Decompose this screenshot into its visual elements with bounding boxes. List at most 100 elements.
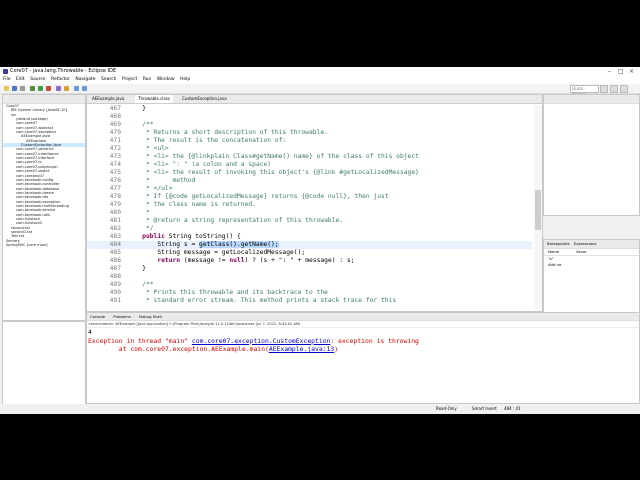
console-panel: Console Problems Debug Shell <terminated… — [86, 312, 640, 404]
line-number: 474 — [109, 161, 121, 168]
code-line: * <li> ": " (a colon and a space) — [127, 161, 272, 168]
status-mode: Read-Only — [436, 406, 457, 411]
code-line: * The result is the concatenation of: — [127, 137, 287, 144]
menu-bar: File Edit Source Refactor Navigate Searc… — [0, 76, 640, 84]
open-type-icon[interactable] — [56, 86, 61, 91]
code-line: } — [127, 105, 146, 112]
tree-item[interactable]: SpringMVC [core main] — [3, 243, 85, 247]
close-icon[interactable]: × — [629, 67, 634, 76]
line-number: 487 — [109, 265, 121, 272]
line-number: 486 — [109, 257, 121, 264]
status-insert: Smart Insert — [472, 406, 497, 411]
tab-console[interactable]: Console — [90, 314, 105, 319]
line-number: 468 — [109, 113, 121, 120]
menu-run[interactable]: Run — [143, 77, 152, 82]
menu-source[interactable]: Source — [30, 77, 45, 82]
line-number: 481 — [109, 217, 121, 224]
run-icon[interactable] — [38, 86, 43, 91]
source-location-link[interactable]: AEExample.java:13 — [269, 345, 334, 353]
perspective-icon[interactable] — [600, 85, 608, 93]
menu-search[interactable]: Search — [101, 77, 116, 82]
search-icon[interactable] — [64, 86, 69, 91]
line-number: 469 — [109, 121, 121, 128]
expressions-header: Name Value — [544, 249, 639, 256]
outline-tabs — [544, 95, 639, 104]
line-number: 467 — [109, 105, 121, 112]
package-explorer: Core07 JRE System Library [JavaSE-10] src(… — [2, 94, 86, 321]
code-line: * method — [127, 177, 196, 184]
menu-file[interactable]: File — [3, 77, 11, 82]
line-number: 476 — [109, 177, 121, 184]
back-icon[interactable] — [74, 86, 79, 91]
code-line: * Returns a short description of this th… — [127, 129, 328, 136]
code-line: return (message != null) ? (s + ": " + m… — [157, 257, 355, 264]
tab-problems[interactable]: Problems — [113, 314, 131, 319]
code-line: * the class name is returned. — [127, 201, 256, 208]
print-icon[interactable] — [20, 86, 25, 91]
line-number: 472 — [109, 145, 121, 152]
tab-debug-shell[interactable]: Debug Shell — [139, 314, 162, 319]
console-line: 4 — [88, 328, 92, 336]
tab-customexception[interactable]: CustomException.java — [179, 95, 230, 103]
debug-icon[interactable] — [30, 86, 35, 91]
code-line: /** — [127, 281, 154, 288]
menu-navigate[interactable]: Navigate — [75, 77, 95, 82]
menu-edit[interactable]: Edit — [16, 77, 25, 82]
code-line: * Prints this throwable and its backtrac… — [127, 289, 328, 296]
maximize-icon[interactable]: □ — [618, 67, 624, 76]
console-stack-line: at com.core07.exception.AEExample.main(A… — [88, 345, 639, 354]
line-number: 483 — [109, 233, 121, 240]
add-expression-row[interactable]: Add ne — [544, 262, 639, 268]
code-line: * — [127, 209, 150, 216]
tab-throwable[interactable]: Throwable.class — [135, 95, 174, 103]
quick-access-input[interactable]: Quick Access — [570, 85, 599, 97]
line-number: 491 — [109, 297, 121, 304]
code-line: * <li> the {@linkplain Class#getName() n… — [127, 153, 419, 160]
line-number: 475 — [109, 169, 121, 176]
tab-expressions[interactable]: Expressions — [574, 241, 597, 246]
tab-aeexample[interactable]: AEExample.java — [89, 95, 127, 103]
code-line: * @return a string representation of thi… — [127, 217, 344, 224]
exception-class-link[interactable]: com.core07.exception.CustomException — [192, 337, 331, 345]
expressions-panel: Breakpoints Expressions Name Value "s" A… — [543, 239, 640, 313]
console-terminated-label: <terminated> AEExample [Java Application… — [87, 321, 639, 328]
code-line: String message = getLocalizedMessage(); — [127, 249, 306, 256]
console-output: 4 Exception in thread "main" com.core07.e… — [87, 328, 639, 354]
stack-prefix: at com.core07.exception.AEExample.main( — [88, 345, 269, 354]
menu-help[interactable]: Help — [180, 77, 190, 82]
code-line: public String toString() { — [142, 233, 241, 240]
error-prefix: Exception in thread "main" — [88, 336, 192, 345]
debug-perspective-icon[interactable] — [620, 85, 628, 93]
tab-breakpoints[interactable]: Breakpoints — [547, 241, 570, 246]
expressions-tabs: Breakpoints Expressions — [544, 240, 639, 249]
menu-window[interactable]: Window — [157, 77, 175, 82]
main-toolbar: Quick Access — [0, 84, 640, 97]
code-line: */ — [127, 225, 154, 232]
editor-scroll-thumb[interactable] — [535, 190, 541, 230]
code-line: * standard error stream. This method pri… — [127, 297, 397, 304]
line-number: 470 — [109, 129, 121, 136]
menu-refactor[interactable]: Refactor — [51, 77, 70, 82]
editor-scrollbar[interactable] — [534, 105, 542, 309]
line-number: 473 — [109, 153, 121, 160]
minimize-icon[interactable]: – — [608, 67, 611, 76]
new-icon[interactable] — [4, 86, 9, 91]
code-line: * <li> the result of invoking this objec… — [127, 169, 419, 176]
error-message: : exception is throwing — [330, 336, 419, 345]
title-bar: Core07 - java.lang.Throwable - Eclipse I… — [0, 67, 640, 76]
console-tabs: Console Problems Debug Shell — [87, 313, 639, 321]
java-perspective-icon[interactable] — [610, 85, 618, 93]
outline-panel — [543, 94, 640, 216]
code-editor: AEExample.java Throwable.class CustomExc… — [86, 94, 543, 312]
line-number: 479 — [109, 201, 121, 208]
editor-tabs: AEExample.java Throwable.class CustomExc… — [87, 95, 542, 104]
code-area[interactable]: 467 } 468 469 /** 470 * Returns a short des… — [87, 105, 532, 309]
code-line: } — [127, 265, 146, 272]
menu-project[interactable]: Project — [122, 77, 137, 82]
stop-icon[interactable] — [46, 86, 51, 91]
line-number: 482 — [109, 225, 121, 232]
code-line: * </ul> — [127, 185, 173, 192]
forward-icon[interactable] — [82, 86, 87, 91]
save-icon[interactable] — [12, 86, 17, 91]
line-number: 478 — [109, 193, 121, 200]
